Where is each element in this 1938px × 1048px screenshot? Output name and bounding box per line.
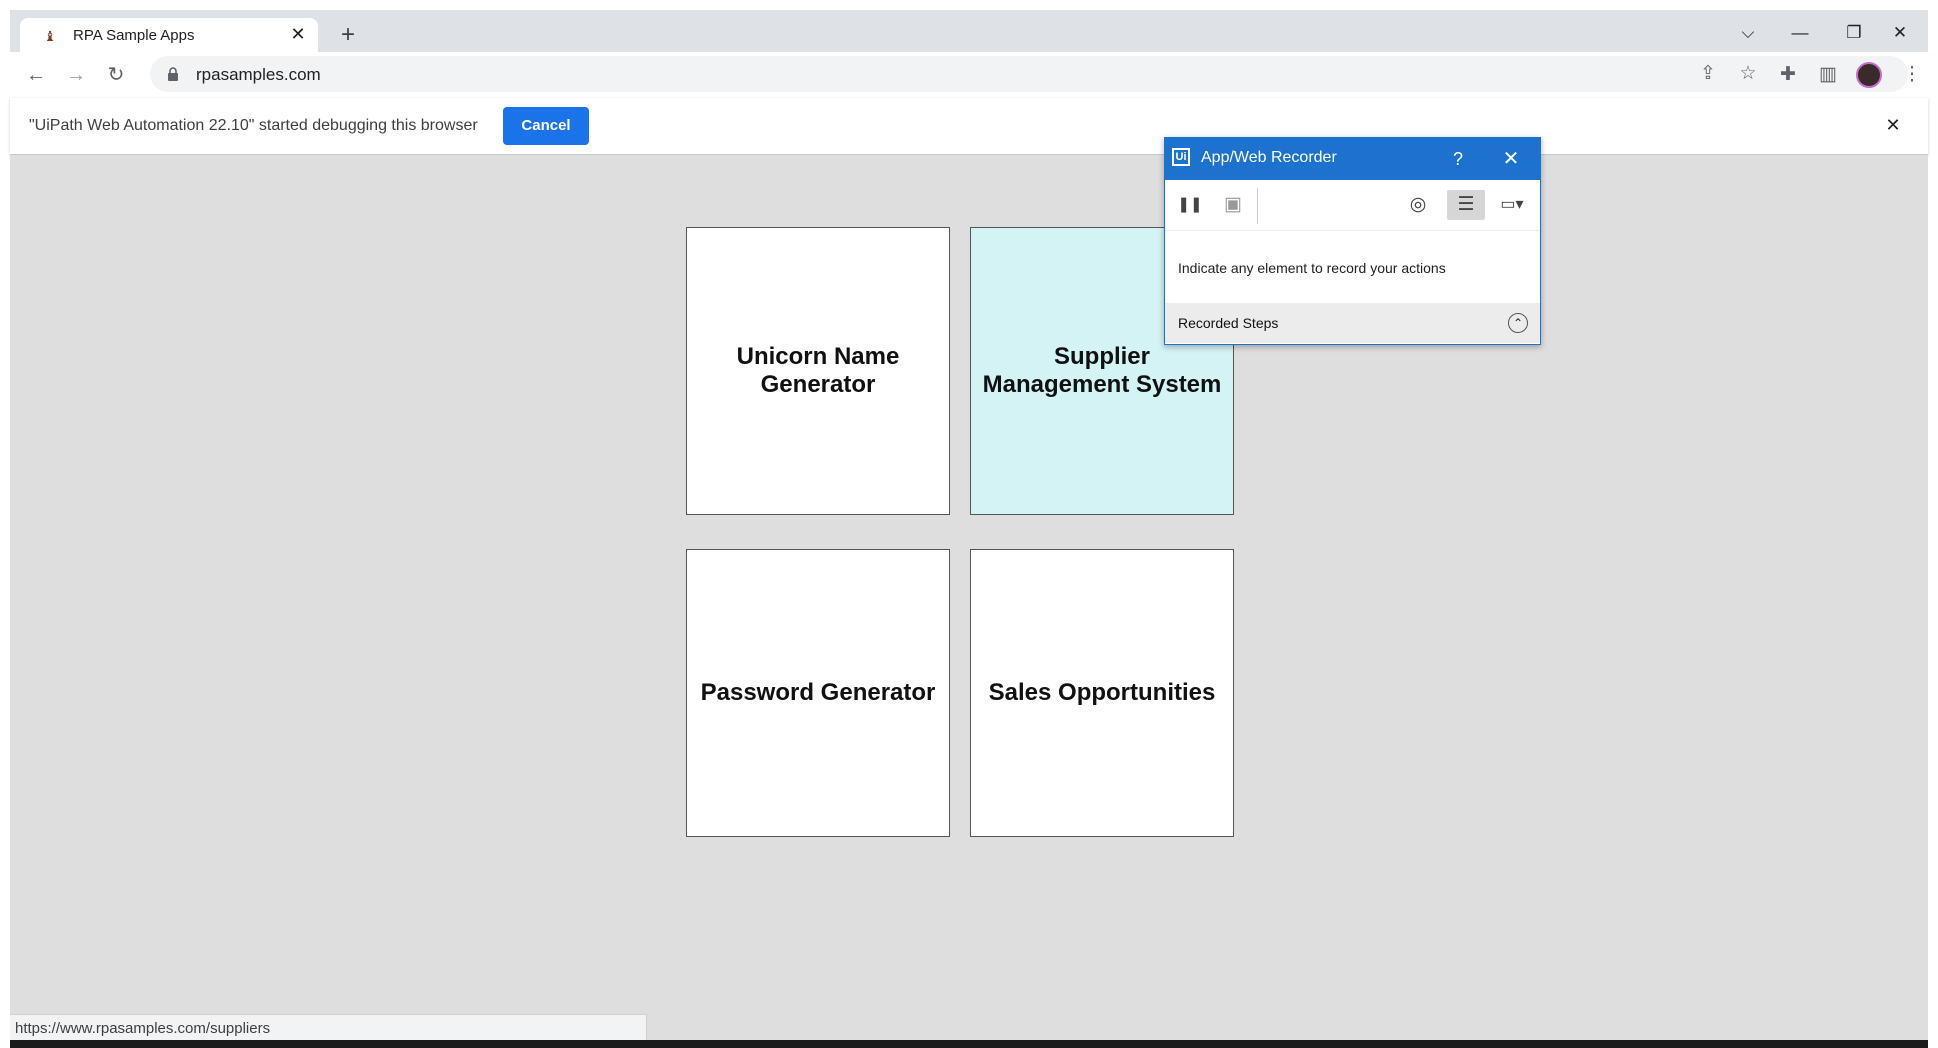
browser-toolbar: ← → ↻ rpasamples.com ⇪ ☆ ✚ ▥ ⋮ <box>10 52 1928 98</box>
tab-close-icon[interactable]: ✕ <box>288 24 308 44</box>
url-text: rpasamples.com <box>196 65 321 84</box>
recorder-close-button[interactable]: ✕ <box>1498 146 1524 172</box>
tab-title: RPA Sample Apps <box>73 27 195 44</box>
help-button[interactable]: ? <box>1445 146 1471 172</box>
target-icon[interactable]: ◎ <box>1403 190 1433 220</box>
address-bar[interactable]: rpasamples.com ⇪ ☆ <box>150 56 1908 92</box>
status-url: https://www.rpasamples.com/suppliers <box>15 1020 271 1037</box>
tile-sales-opportunities[interactable]: Sales Opportunities <box>970 549 1234 837</box>
recorder-toolbar: ❚❚ ▣ ◎ ☰ ▭▾ <box>1165 180 1540 231</box>
reload-button[interactable]: ↻ <box>102 61 130 89</box>
minimize-button[interactable]: — <box>1780 20 1820 46</box>
infobar-close-icon[interactable]: ✕ <box>1880 112 1906 138</box>
tab-strip: ♝ RPA Sample Apps ✕ + ⌵ — ❐ ✕ <box>10 10 1928 52</box>
tile-password-generator[interactable]: Password Generator <box>686 549 950 837</box>
back-button[interactable]: ← <box>22 61 50 89</box>
tab-rpa-sample-apps[interactable]: ♝ RPA Sample Apps ✕ <box>20 18 318 52</box>
share-icon[interactable]: ⇪ <box>1694 60 1722 88</box>
recorded-steps-label: Recorded Steps <box>1178 315 1279 331</box>
lock-icon <box>168 67 178 81</box>
taskbar <box>10 1040 1928 1048</box>
forward-button[interactable]: → <box>62 61 90 89</box>
cancel-button[interactable]: Cancel <box>503 107 589 145</box>
tile-label: Password Generator <box>700 679 936 706</box>
menu-icon[interactable]: ⋮ <box>1898 61 1926 89</box>
favicon-icon: ♝ <box>43 28 57 44</box>
tab-search-icon[interactable]: ⌵ <box>1728 20 1768 46</box>
chevron-up-icon[interactable]: ⌃ <box>1508 313 1528 333</box>
tile-label: Sales Opportunities <box>988 679 1216 706</box>
recorded-steps-header[interactable]: Recorded Steps ⌃ <box>1165 303 1540 343</box>
page-content: Unicorn Name Generator Supplier Manageme… <box>10 155 1928 1048</box>
pause-icon[interactable]: ❚❚ <box>1175 190 1205 220</box>
debugging-infobar: "UiPath Web Automation 22.10" started de… <box>10 98 1928 155</box>
status-bubble: https://www.rpasamples.com/suppliers <box>10 1014 647 1042</box>
tile-label: Supplier Management System <box>982 343 1222 398</box>
new-tab-button[interactable]: + <box>336 23 360 48</box>
window-frame <box>0 0 10 1048</box>
tile-unicorn-name-generator[interactable]: Unicorn Name Generator <box>686 227 950 515</box>
recorder-title-bar[interactable]: Ui App/Web Recorder ? ✕ <box>1165 138 1540 180</box>
recorder-title: App/Web Recorder <box>1201 149 1337 166</box>
app-web-recorder-window: Ui App/Web Recorder ? ✕ ❚❚ ▣ ◎ ☰ ▭▾ Indi… <box>1164 137 1541 345</box>
steps-list-icon[interactable]: ☰ <box>1447 190 1485 220</box>
profile-avatar[interactable] <box>1856 62 1882 88</box>
uipath-logo-icon: Ui <box>1172 148 1190 166</box>
bookmark-star-icon[interactable]: ☆ <box>1734 60 1762 88</box>
tile-label: Unicorn Name Generator <box>736 343 900 398</box>
save-icon[interactable]: ▣ <box>1218 190 1248 220</box>
screen-capture-icon[interactable]: ▭▾ <box>1491 190 1533 220</box>
restore-button[interactable]: ❐ <box>1834 20 1874 46</box>
extensions-icon[interactable]: ✚ <box>1774 61 1802 89</box>
close-window-button[interactable]: ✕ <box>1880 20 1920 46</box>
toolbar-divider <box>1257 188 1258 224</box>
recorder-hint: Indicate any element to record your acti… <box>1178 260 1446 276</box>
side-panel-icon[interactable]: ▥ <box>1814 61 1842 89</box>
infobar-message: "UiPath Web Automation 22.10" started de… <box>29 117 478 134</box>
